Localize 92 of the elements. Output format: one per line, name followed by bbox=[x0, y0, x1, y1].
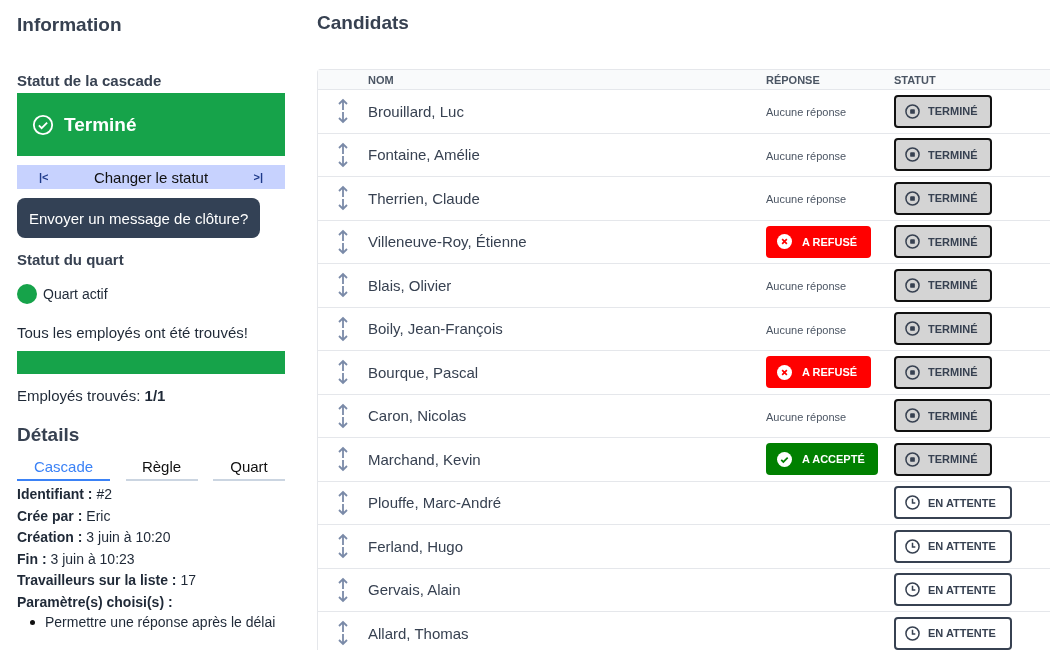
clock-icon bbox=[905, 582, 920, 598]
detail-line: Travailleurs sur la liste : 17 bbox=[17, 572, 198, 589]
stop-circle-icon bbox=[905, 190, 920, 206]
candidate-name: Villeneuve-Roy, Étienne bbox=[368, 233, 528, 251]
candidate-name: Brouillard, Luc bbox=[368, 102, 465, 120]
page-title: Candidats bbox=[317, 12, 410, 35]
stop-circle-icon bbox=[905, 321, 920, 337]
detail-line: Identifiant : #2 bbox=[17, 486, 113, 503]
candidate-name: Boily, Jean-François bbox=[368, 320, 504, 338]
response-text: Aucune réponse bbox=[766, 410, 847, 423]
column-header: NOM bbox=[368, 73, 395, 86]
section-heading: Statut de la cascade bbox=[17, 72, 163, 89]
found-count: Employés trouvés: 1/1 bbox=[17, 387, 167, 404]
found-message: Tous les employés ont été trouvés! bbox=[17, 324, 249, 341]
sort-arrows-icon[interactable] bbox=[337, 620, 349, 647]
status-badge: EN ATTENTE bbox=[894, 573, 1012, 607]
response-text: Aucune réponse bbox=[766, 323, 847, 336]
clock-icon bbox=[905, 538, 920, 554]
candidate-name: Ferland, Hugo bbox=[368, 537, 465, 555]
status-badge: TERMINÉ bbox=[894, 355, 992, 389]
section-title: Information bbox=[17, 14, 123, 36]
candidate-name: Gervais, Alain bbox=[368, 581, 462, 599]
cross-circle-icon bbox=[777, 364, 792, 380]
check-circle-icon bbox=[32, 113, 54, 136]
section-title: Détails bbox=[17, 424, 81, 446]
sort-arrows-icon[interactable] bbox=[337, 533, 349, 560]
accepted-badge: A ACCEPTÉ bbox=[766, 443, 878, 476]
stop-circle-icon bbox=[905, 277, 920, 293]
parameter-item: Permettre une réponse après le délai bbox=[45, 614, 276, 631]
clock-icon bbox=[905, 625, 920, 641]
sort-arrows-icon[interactable] bbox=[337, 185, 349, 212]
stop-circle-icon bbox=[905, 147, 920, 163]
refused-badge: A REFUSÉ bbox=[766, 225, 872, 258]
first-button[interactable]: |< bbox=[39, 171, 49, 183]
detail-line: Création : 3 juin à 10:20 bbox=[17, 529, 172, 546]
status-badge: TERMINÉ bbox=[894, 442, 992, 476]
sort-arrows-icon[interactable] bbox=[337, 446, 349, 473]
cross-circle-icon bbox=[777, 234, 792, 250]
sort-arrows-icon[interactable] bbox=[337, 359, 349, 386]
check-circle-icon bbox=[777, 451, 792, 467]
last-button[interactable]: >| bbox=[253, 171, 263, 183]
shift-status-label: Quart actif bbox=[43, 286, 108, 302]
stop-circle-icon bbox=[905, 234, 920, 250]
sort-arrows-icon[interactable] bbox=[337, 576, 349, 603]
sort-arrows-icon[interactable] bbox=[337, 98, 349, 125]
sort-arrows-icon[interactable] bbox=[337, 489, 349, 516]
column-header: STATUT bbox=[894, 73, 937, 86]
sort-arrows-icon[interactable] bbox=[337, 228, 349, 255]
candidate-name: Bourque, Pascal bbox=[368, 363, 480, 381]
stop-circle-icon bbox=[905, 408, 920, 424]
response-text: Aucune réponse bbox=[766, 193, 847, 206]
status-badge: TERMINÉ bbox=[894, 312, 992, 346]
candidate-name: Plouffe, Marc-André bbox=[368, 494, 503, 512]
tab[interactable]: Cascade bbox=[17, 455, 110, 481]
column-header: RÉPONSE bbox=[766, 73, 821, 86]
sort-arrows-icon[interactable] bbox=[337, 272, 349, 299]
status-badge: TERMINÉ bbox=[894, 94, 992, 128]
candidate-name: Blais, Olivier bbox=[368, 276, 453, 294]
stop-circle-icon bbox=[905, 364, 920, 380]
candidate-name: Caron, Nicolas bbox=[368, 407, 468, 425]
status-label: Terminé bbox=[64, 113, 137, 136]
tab[interactable]: Règle bbox=[125, 455, 198, 481]
detail-line: Crée par : Eric bbox=[17, 507, 112, 524]
sort-arrows-icon[interactable] bbox=[337, 141, 349, 168]
detail-line: Fin : 3 juin à 10:23 bbox=[17, 550, 136, 567]
status-badge: TERMINÉ bbox=[894, 399, 992, 433]
candidate-name: Fontaine, Amélie bbox=[368, 146, 481, 164]
change-status-label: Changer le statut bbox=[93, 168, 209, 186]
response-text: Aucune réponse bbox=[766, 106, 847, 119]
detail-line: Paramètre(s) choisi(s) : bbox=[17, 593, 174, 610]
status-badge: TERMINÉ bbox=[894, 181, 992, 215]
status-badge: EN ATTENTE bbox=[894, 616, 1012, 650]
tab[interactable]: Quart bbox=[213, 455, 285, 481]
status-badge: TERMINÉ bbox=[894, 138, 992, 172]
sort-arrows-icon[interactable] bbox=[337, 315, 349, 342]
candidate-name: Marchand, Kevin bbox=[368, 450, 482, 468]
status-badge: EN ATTENTE bbox=[894, 486, 1012, 520]
refused-badge: A REFUSÉ bbox=[766, 356, 872, 389]
status-badge: TERMINÉ bbox=[894, 225, 992, 259]
bullet-icon bbox=[30, 620, 35, 625]
closing-message-button[interactable]: Envoyer un message de clôture? bbox=[17, 198, 261, 238]
sort-arrows-icon[interactable] bbox=[337, 402, 349, 429]
clock-icon bbox=[905, 495, 920, 511]
candidate-name: Therrien, Claude bbox=[368, 189, 481, 207]
status-badge: TERMINÉ bbox=[894, 268, 992, 302]
stop-circle-icon bbox=[905, 451, 920, 467]
section-heading: Statut du quart bbox=[17, 251, 125, 268]
stop-circle-icon bbox=[905, 103, 920, 119]
status-badge: EN ATTENTE bbox=[894, 529, 1012, 563]
response-text: Aucune réponse bbox=[766, 149, 847, 162]
candidate-name: Allard, Thomas bbox=[368, 624, 470, 642]
response-text: Aucune réponse bbox=[766, 280, 847, 293]
